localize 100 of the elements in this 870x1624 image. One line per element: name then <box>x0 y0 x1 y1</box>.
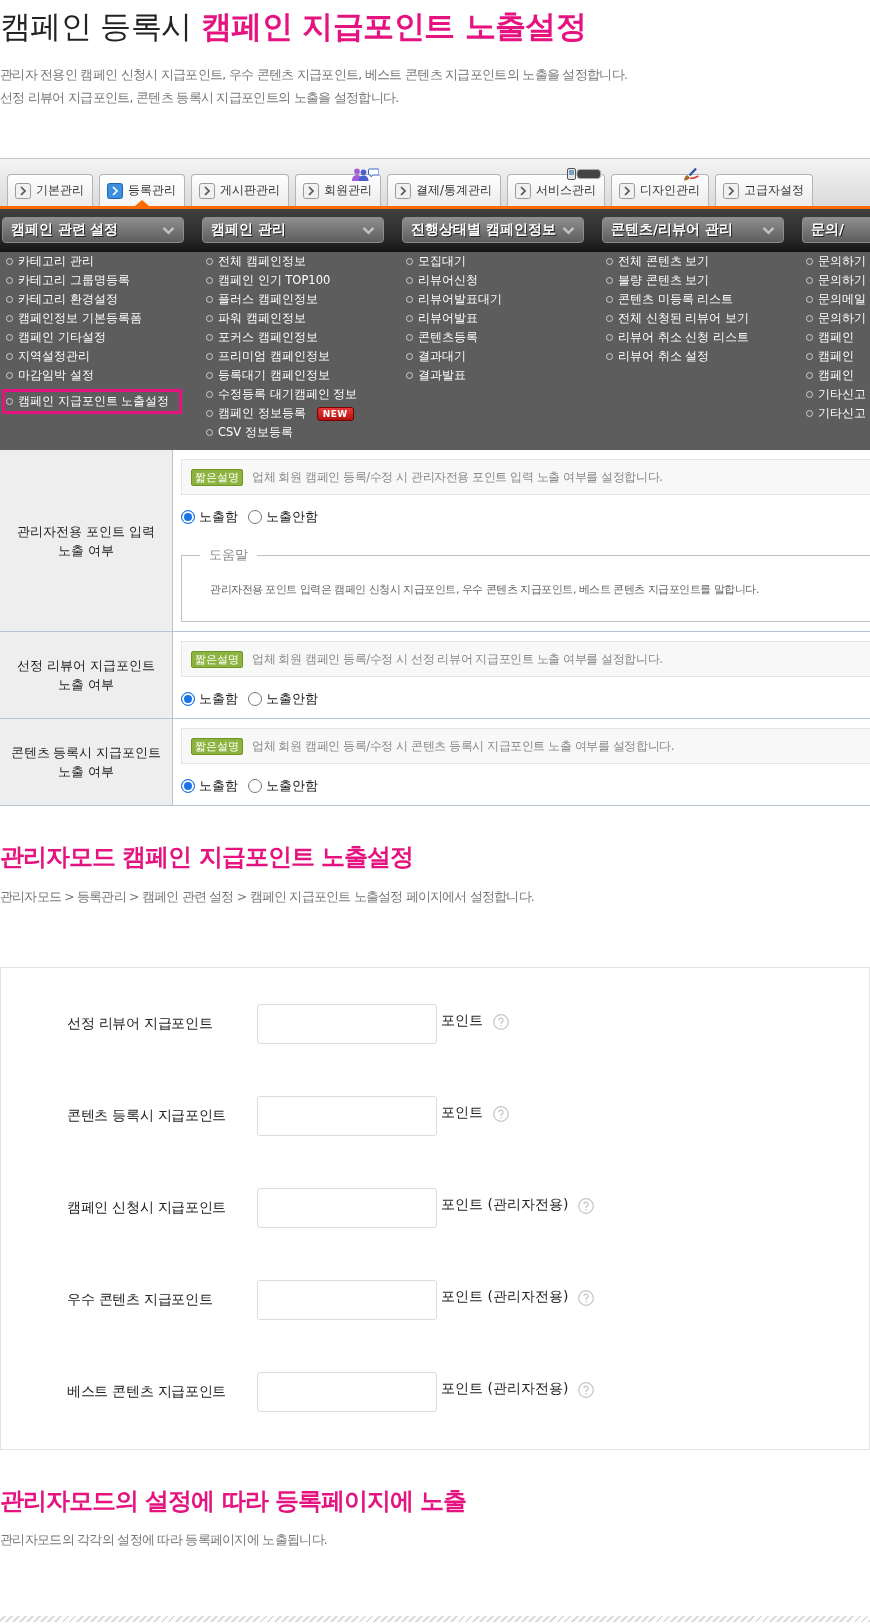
menu-link[interactable]: 문의메일 <box>802 290 866 309</box>
menu-link[interactable]: 지역설정관리 <box>2 347 90 366</box>
description-text: 업체 회원 캠페인 등록/수정 시 콘텐츠 등록시 지급포인트 노출 여부를 설정합니다. <box>252 738 675 754</box>
menu-link[interactable]: 리뷰어 취소 설정 <box>602 347 710 366</box>
menu-link[interactable]: 수정등록 대기캠페인 정보 <box>202 385 358 404</box>
new-badge: NEW <box>316 406 354 421</box>
help-icon[interactable] <box>493 1106 509 1122</box>
radio-option[interactable]: 노출함 <box>181 777 238 795</box>
help-icon[interactable] <box>578 1198 595 1214</box>
help-icon[interactable] <box>578 1382 595 1398</box>
menu-dropdown[interactable]: 캠페인 관련 설정 <box>2 217 184 243</box>
point-input[interactable] <box>257 1372 437 1412</box>
unit-label: 포인트 (관리자전용) <box>441 1288 569 1306</box>
menu-tab[interactable]: 서비스관리 <box>507 174 606 206</box>
unit-label: 포인트 (관리자전용) <box>441 1380 569 1398</box>
menu-link[interactable]: 카테고리 환경설정 <box>2 290 118 309</box>
menu-link[interactable]: 캠페인 인기 TOP100 <box>202 271 331 290</box>
menu-link[interactable]: 콘텐츠 미등록 리스트 <box>602 290 734 309</box>
chevron-down-icon <box>762 225 775 235</box>
unit-label: 포인트 <box>441 1012 483 1030</box>
menu-link[interactable]: 전체 캠페인정보 <box>202 252 306 271</box>
menu-link[interactable]: 리뷰어 취소 신청 리스트 <box>602 328 749 347</box>
radio-option[interactable]: 노출안함 <box>248 508 318 526</box>
menu-link[interactable]: 문의하기 <box>802 252 866 271</box>
menu-link[interactable]: 프리미엄 캠페인정보 <box>202 347 330 366</box>
menu-link[interactable]: 리뷰어신청 <box>402 271 478 290</box>
menu-link[interactable]: 전체 신청된 리뷰어 보기 <box>602 309 749 328</box>
menu-link[interactable]: 리뷰어발표대기 <box>402 290 502 309</box>
menu-link[interactable]: 캠페인 <box>802 328 854 347</box>
point-input[interactable] <box>257 1280 437 1320</box>
menu-link[interactable]: 콘텐츠등록 <box>402 328 478 347</box>
menu-link[interactable]: 기타신고 <box>802 385 866 404</box>
menu-tab[interactable]: 회원관리 <box>295 174 381 206</box>
page-description: 선정 리뷰어 지급포인트, 콘텐츠 등록시 지급포인트의 노출을 설정합니다. <box>0 89 399 107</box>
menu-link[interactable]: 결과발표 <box>402 366 466 385</box>
field-label: 선정 리뷰어 지급포인트 <box>67 1015 214 1033</box>
summary-tag: 짧은설명 <box>191 468 243 486</box>
field-label: 캠페인 신청시 지급포인트 <box>67 1199 227 1217</box>
point-input[interactable] <box>257 1004 437 1044</box>
menu-link[interactable]: 문의하기 <box>802 271 866 290</box>
menu-link[interactable]: 불량 콘텐츠 보기 <box>602 271 710 290</box>
point-input[interactable] <box>257 1188 437 1228</box>
radio-option[interactable]: 노출함 <box>181 690 238 708</box>
page-description: 관리자 전용인 캠페인 신청시 지급포인트, 우수 콘텐츠 지급포인트, 베스트 콘텐츠 지급포인트의 노출을 설정합니다. <box>0 66 628 84</box>
chevron-down-icon <box>162 225 175 235</box>
menu-link[interactable]: 마감임박 설정 <box>2 366 94 385</box>
radio-option[interactable]: 노출안함 <box>248 777 318 795</box>
chevron-box-icon <box>199 182 215 199</box>
menu-link[interactable]: 캠페인 정보등록 NEW <box>202 404 354 423</box>
field-label: 콘텐츠 등록시 지급포인트 <box>67 1107 227 1125</box>
menu-link[interactable]: 플러스 캠페인정보 <box>202 290 318 309</box>
help-icon[interactable] <box>578 1290 595 1306</box>
help-legend: 도움말 <box>200 546 257 564</box>
menu-link[interactable]: 캠페인 기타설정 <box>2 328 106 347</box>
section-title: 관리자모드 캠페인 지급포인트 노출설정 <box>0 842 414 873</box>
menu-dropdown[interactable]: 콘텐츠/리뷰어 관리 <box>602 217 784 243</box>
description-text: 업체 회원 캠페인 등록/수정 시 관리자전용 포인트 입력 노출 여부를 설정합니다. <box>252 469 663 485</box>
menu-link[interactable]: 파워 캠페인정보 <box>202 309 306 328</box>
chevron-box-icon <box>723 182 740 199</box>
menu-tab[interactable]: 게시판관리 <box>191 174 289 206</box>
menu-link[interactable]: 캠페인 <box>802 347 854 366</box>
radio-option[interactable]: 노출안함 <box>248 690 318 708</box>
help-icon[interactable] <box>493 1014 509 1030</box>
menu-link[interactable]: 등록대기 캠페인정보 <box>202 366 330 385</box>
chevron-box-icon <box>619 182 636 199</box>
radio-option[interactable]: 노출함 <box>181 508 238 526</box>
menu-link[interactable]: 포커스 캠페인정보 <box>202 328 318 347</box>
menu-tab[interactable]: 기본관리 <box>7 174 93 206</box>
menu-tab[interactable]: 디자인관리 <box>611 174 710 206</box>
menu-tab[interactable]: 결제/통계관리 <box>387 174 502 206</box>
menu-link[interactable]: 결과대기 <box>402 347 466 366</box>
menu-dropdown[interactable]: 캠페인 관리 <box>202 217 384 243</box>
chevron-box-icon <box>107 182 123 199</box>
menu-link[interactable]: 모집대기 <box>402 252 466 271</box>
menu-link[interactable]: 리뷰어발표 <box>402 309 478 328</box>
chevron-box-icon <box>395 182 411 199</box>
menu-link[interactable]: 캠페인정보 기본등록폼 <box>2 309 142 328</box>
chevron-box-icon <box>303 182 319 199</box>
menu-link[interactable]: 기타신고 <box>802 404 866 423</box>
point-input[interactable] <box>257 1096 437 1136</box>
menu-link[interactable]: 캠페인 <box>802 366 854 385</box>
menu-dropdown[interactable]: 진행상태별 캠페인정보 <box>402 217 584 243</box>
menu-link[interactable]: 카테고리 관리 <box>2 252 94 271</box>
setting-label: 선정 리뷰어 지급포인트 노출 여부 <box>0 632 173 718</box>
chevron-box-icon <box>15 182 31 199</box>
tag-icon <box>567 168 602 180</box>
menu-link[interactable]: CSV 정보등록 <box>202 423 293 442</box>
unit-label: 포인트 <box>441 1104 483 1122</box>
chevron-down-icon <box>562 225 575 235</box>
menu-tab[interactable]: 등록관리 <box>99 174 185 206</box>
page-title: 캠페인 등록시 캠페인 지급포인트 노출설정 <box>0 7 587 46</box>
chevron-box-icon <box>515 182 532 199</box>
menu-dropdown[interactable]: 문의/ <box>802 217 870 243</box>
menu-tab[interactable]: 고급자설정 <box>715 174 814 206</box>
section-title: 관리자모드의 설정에 따라 등록페이지에 노출 <box>0 1486 467 1517</box>
menu-link[interactable]: 카테고리 그룹명등록 <box>2 271 130 290</box>
menu-link[interactable]: 전체 콘텐츠 보기 <box>602 252 710 271</box>
field-label: 우수 콘텐츠 지급포인트 <box>67 1291 214 1309</box>
menu-link[interactable]: 문의하기 <box>802 309 866 328</box>
menu-link[interactable]: 캠페인 지급포인트 노출설정 <box>2 389 183 414</box>
